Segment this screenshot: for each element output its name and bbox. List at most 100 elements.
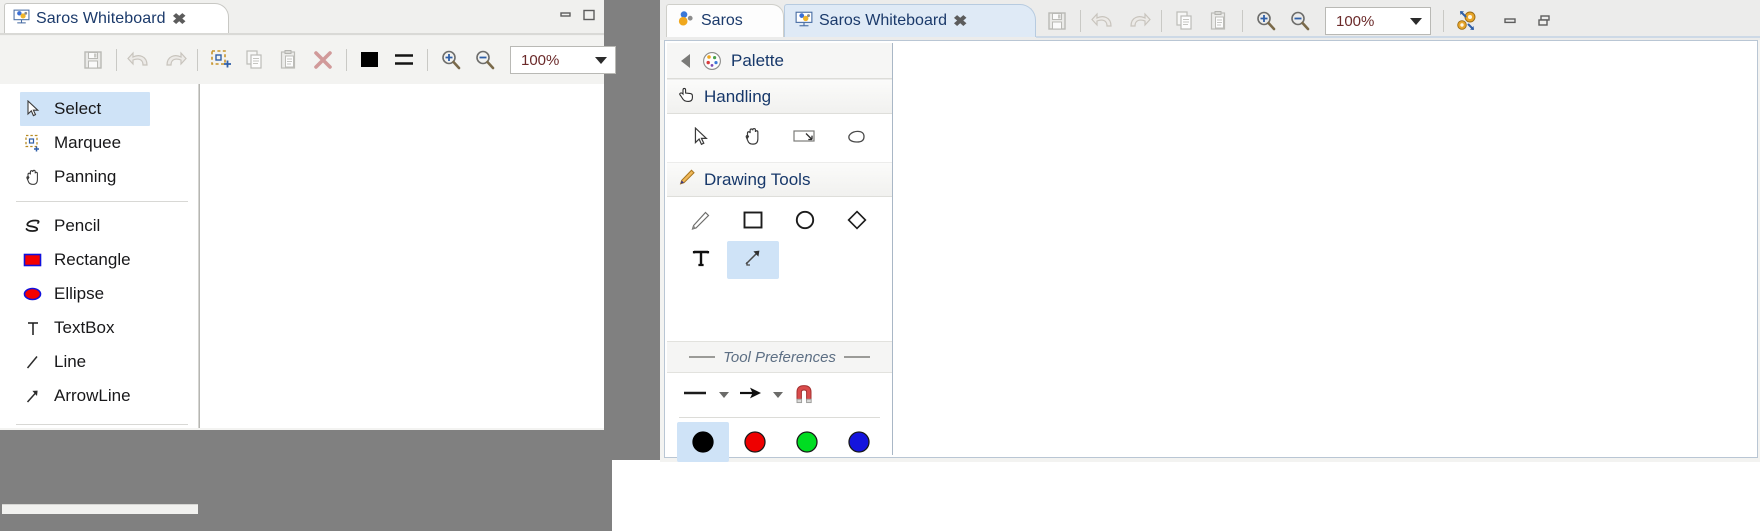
- palette-icon: [702, 51, 722, 71]
- tool-rectangle-label: Rectangle: [54, 250, 131, 269]
- foreground-color-swatch[interactable]: [353, 43, 387, 77]
- palette-panel: Palette Handling Drawing Tools Tool Pref…: [667, 43, 893, 462]
- left-window-body: Select Marquee Panning Pencil Rectangle …: [0, 84, 604, 514]
- left-whiteboard-canvas[interactable]: [199, 84, 603, 428]
- palette-tool-select[interactable]: [675, 120, 727, 158]
- maximize-icon[interactable]: [582, 8, 596, 26]
- tab-saros-whiteboard-label: Saros Whiteboard: [819, 12, 948, 29]
- arrowhead-icon[interactable]: [737, 383, 765, 408]
- palette-tool-ellipse[interactable]: [779, 203, 831, 241]
- chevron-down-icon[interactable]: [1410, 17, 1422, 25]
- undo-button[interactable]: [1087, 4, 1121, 38]
- zoom-level-combo[interactable]: 100%: [510, 46, 616, 74]
- left-tab-saros-whiteboard[interactable]: Saros Whiteboard ✖: [4, 3, 229, 33]
- tool-textbox[interactable]: TextBox: [2, 311, 198, 345]
- toolbar-separator-2: [197, 49, 198, 71]
- chevron-down-icon[interactable]: [595, 56, 607, 64]
- left-tab-label: Saros Whiteboard: [36, 9, 166, 27]
- tool-pencil[interactable]: Pencil: [2, 209, 198, 243]
- redo-button[interactable]: [157, 43, 191, 77]
- tool-arrowline[interactable]: ArrowLine: [2, 379, 198, 413]
- cursor-arrow-icon: [20, 100, 46, 118]
- close-icon[interactable]: ✖: [172, 10, 186, 28]
- save-button[interactable]: [1040, 4, 1074, 38]
- undo-button[interactable]: [123, 43, 157, 77]
- text-icon: [690, 247, 712, 274]
- line-width-icon[interactable]: [681, 384, 711, 407]
- color-swatch-blue[interactable]: [833, 422, 885, 462]
- palette-tool-arrowline[interactable]: [727, 241, 779, 279]
- drawer-drawing-tools[interactable]: Drawing Tools: [667, 162, 892, 197]
- saros-icon: [677, 10, 695, 32]
- rectangle-icon: [20, 252, 46, 268]
- close-icon[interactable]: ✖: [953, 12, 967, 30]
- tool-marquee-label: Marquee: [54, 133, 122, 152]
- diamond-outline-icon: [845, 208, 869, 237]
- drawer-handling-label: Handling: [704, 86, 772, 106]
- tool-ellipse[interactable]: Ellipse: [2, 277, 198, 311]
- handling-tools-grid: [667, 114, 892, 162]
- tool-pencil-label: Pencil: [54, 216, 101, 235]
- palette-tool-eraser[interactable]: [831, 120, 883, 158]
- tool-select[interactable]: Select: [20, 92, 150, 126]
- tool-select-label: Select: [54, 99, 102, 118]
- copy-button[interactable]: [1168, 4, 1202, 38]
- zoom-in-button[interactable]: [434, 43, 468, 77]
- tool-rectangle[interactable]: Rectangle: [2, 243, 198, 277]
- tab-saros-whiteboard[interactable]: Saros Whiteboard ✖: [784, 4, 1036, 37]
- color-swatch-red[interactable]: [729, 422, 781, 462]
- tool-panning[interactable]: Panning: [2, 160, 198, 194]
- left-tool-palette: Select Marquee Panning Pencil Rectangle …: [2, 84, 199, 428]
- tool-preferences-row: [667, 373, 892, 417]
- drawer-handling[interactable]: Handling: [667, 79, 892, 114]
- left-whiteboard-window: Saros Whiteboard ✖ 100% Select Marquee P…: [0, 0, 616, 514]
- chevron-down-icon[interactable]: [719, 392, 729, 398]
- tab-saros[interactable]: Saros: [666, 4, 784, 37]
- palette-tool-pencil[interactable]: [675, 203, 727, 241]
- right-toolbar-separator-3: [1242, 10, 1243, 32]
- chevron-down-icon-2[interactable]: [773, 392, 783, 398]
- tool-line[interactable]: Line: [2, 345, 198, 379]
- minimize-icon[interactable]: [559, 8, 573, 26]
- tool-marquee[interactable]: Marquee: [2, 126, 198, 160]
- palette-tool-panning[interactable]: [727, 120, 779, 158]
- marquee-select-button[interactable]: [204, 43, 238, 77]
- save-button[interactable]: [76, 43, 110, 77]
- arrow-line-icon: [20, 388, 46, 405]
- color-swatch-black[interactable]: [677, 422, 729, 462]
- marquee-icon: [792, 127, 818, 152]
- palette-tool-rectangle[interactable]: [727, 203, 779, 241]
- right-whiteboard-canvas[interactable]: [894, 43, 1757, 455]
- settings-button[interactable]: [1450, 4, 1484, 38]
- copy-button[interactable]: [238, 43, 272, 77]
- collapse-left-arrow-icon[interactable]: [681, 53, 690, 68]
- palette-tool-diamond[interactable]: [831, 203, 883, 241]
- tool-preferences-header: Tool Preferences: [667, 341, 892, 373]
- redo-button[interactable]: [1121, 4, 1155, 38]
- zoom-level-combo[interactable]: 100%: [1325, 7, 1431, 35]
- paste-button[interactable]: [272, 43, 306, 77]
- zoom-out-button[interactable]: [1283, 4, 1317, 38]
- zoom-in-button[interactable]: [1249, 4, 1283, 38]
- right-window-title-bar: Saros Saros Whiteboard ✖ 100%: [660, 0, 1760, 40]
- minimize-icon[interactable]: [1494, 4, 1528, 38]
- line-icon: [20, 354, 46, 371]
- cursor-arrow-icon: [692, 126, 710, 152]
- palette-divider-2: [16, 424, 188, 425]
- color-swatch-green[interactable]: [781, 422, 833, 462]
- delete-button[interactable]: [306, 43, 340, 77]
- zoom-out-button[interactable]: [468, 43, 502, 77]
- palette-tool-text[interactable]: [675, 241, 727, 279]
- left-window-controls: [559, 8, 596, 26]
- palette-divider: [16, 201, 188, 202]
- palette-header: Palette: [667, 43, 892, 79]
- hand-icon: [20, 168, 46, 187]
- right-window-body: Palette Handling Drawing Tools Tool Pref…: [664, 40, 1758, 462]
- palette-tool-marquee[interactable]: [779, 120, 831, 158]
- paste-button[interactable]: [1202, 4, 1236, 38]
- tool-textbox-label: TextBox: [54, 318, 115, 337]
- restore-icon[interactable]: [1528, 4, 1562, 38]
- ellipse-icon: [20, 286, 46, 302]
- line-style-button[interactable]: [387, 43, 421, 77]
- magnet-snap-icon[interactable]: [791, 381, 817, 410]
